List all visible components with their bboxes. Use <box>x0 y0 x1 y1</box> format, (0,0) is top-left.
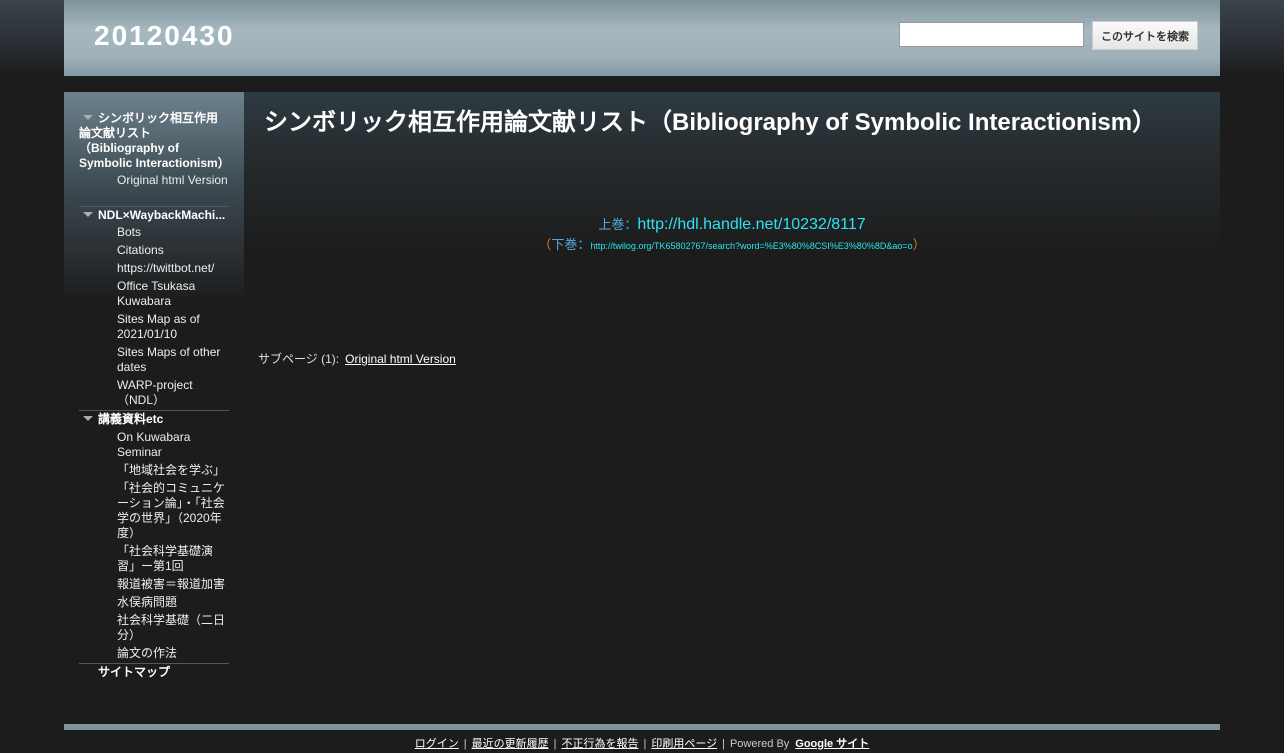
volume1-link[interactable]: http://hdl.handle.net/10232/8117 <box>637 216 865 233</box>
volume1-line: 上巻：http://hdl.handle.net/10232/8117 <box>244 214 1220 234</box>
sidebar-group-ndl[interactable]: NDL×WaybackMachi... <box>79 208 229 223</box>
sidebar-subitem[interactable]: https://twittbot.net/ <box>117 261 230 276</box>
paren-open: （ <box>538 237 552 252</box>
divider <box>79 663 229 664</box>
footer-bar <box>64 724 1220 730</box>
collapse-triangle-icon[interactable] <box>83 115 93 121</box>
main-content: シンボリック相互作用論文献リスト（Bibliography of Symboli… <box>244 92 1220 715</box>
volume2-link[interactable]: http://twilog.org/TK65802767/search?word… <box>590 241 912 251</box>
volume2-line: （下巻：http://twilog.org/TK65802767/search?… <box>244 234 1220 254</box>
powered-by-text: Powered By <box>729 738 790 750</box>
sidebar-group-lectures[interactable]: 講義資料etc <box>79 412 229 427</box>
subpage-link[interactable]: Original html Version <box>345 352 456 366</box>
sidebar-subitem[interactable]: Office Tsukasa Kuwabara <box>117 279 230 309</box>
volume1-label: 上巻： <box>598 217 638 232</box>
volume2-label: 下巻： <box>551 237 591 252</box>
sidebar-subitem[interactable]: 「地域社会を学ぶ」 <box>117 463 230 478</box>
sidebar-nav: シンボリック相互作用論文献リスト（Bibliography of Symboli… <box>64 92 244 715</box>
paren-close: ） <box>912 237 926 252</box>
recent-changes-link[interactable]: 最近の更新履歴 <box>472 738 549 750</box>
sidebar-item-label: シンボリック相互作用論文献リスト（Bibliography of Symboli… <box>79 111 230 170</box>
sidebar-subitem[interactable]: 水俣病問題 <box>117 595 230 610</box>
collapse-triangle-icon[interactable] <box>83 212 93 218</box>
sidebar-group-label: 講義資料etc <box>98 412 164 426</box>
site-title[interactable]: 20120430 <box>94 20 235 52</box>
site-header: 20120430 このサイトを検索 <box>64 0 1220 76</box>
sidebar-subitem[interactable]: 社会科学基礎（二日分） <box>117 613 230 643</box>
footer: ログイン | 最近の更新履歴 | 不正行為を報告 | 印刷用ページ | Powered By Go… <box>414 738 870 750</box>
sidebar-item-sitemap[interactable]: サイトマップ <box>98 665 248 680</box>
sidebar-subitem[interactable]: Bots <box>117 225 230 240</box>
sidebar-subitem[interactable]: WARP-project（NDL） <box>117 378 230 408</box>
sidebar-subitem[interactable]: Sites Maps of other dates <box>117 345 230 375</box>
subpages: サブページ (1): Original html Version <box>258 350 456 367</box>
sidebar-subitem[interactable]: 報道被害＝報道加害 <box>117 577 230 592</box>
sidebar-group-label: NDL×WaybackMachi... <box>98 208 226 222</box>
sidebar-subitem[interactable]: On Kuwabara Seminar <box>117 430 230 460</box>
divider <box>79 206 229 207</box>
print-page-link[interactable]: 印刷用ページ <box>651 738 717 750</box>
search-button[interactable]: このサイトを検索 <box>1092 21 1198 50</box>
subpages-label: サブページ (1): <box>258 352 340 366</box>
report-abuse-link[interactable]: 不正行為を報告 <box>561 738 638 750</box>
sidebar-subitem[interactable]: 「社会的コミュニケーション論」・「社会学の世界」（2020年度） <box>117 481 230 541</box>
login-link[interactable]: ログイン <box>415 738 459 750</box>
google-sites-link[interactable]: Google サイト <box>795 738 869 750</box>
page-title: シンボリック相互作用論文献リスト（Bibliography of Symboli… <box>264 109 1157 136</box>
sidebar-item-bibliography[interactable]: シンボリック相互作用論文献リスト（Bibliography of Symboli… <box>79 111 230 171</box>
sidebar-subitem[interactable]: 論文の作法 <box>117 646 230 661</box>
sidebar-subitem[interactable]: 「社会科学基礎演習」ー第1回 <box>117 544 230 574</box>
collapse-triangle-icon[interactable] <box>83 416 93 422</box>
search-input[interactable] <box>899 22 1084 47</box>
sidebar-subitem[interactable]: Original html Version <box>117 173 230 188</box>
divider <box>79 410 229 411</box>
sidebar-subitem[interactable]: Citations <box>117 243 230 258</box>
sidebar-subitem[interactable]: Sites Map as of 2021/01/10 <box>117 312 230 342</box>
